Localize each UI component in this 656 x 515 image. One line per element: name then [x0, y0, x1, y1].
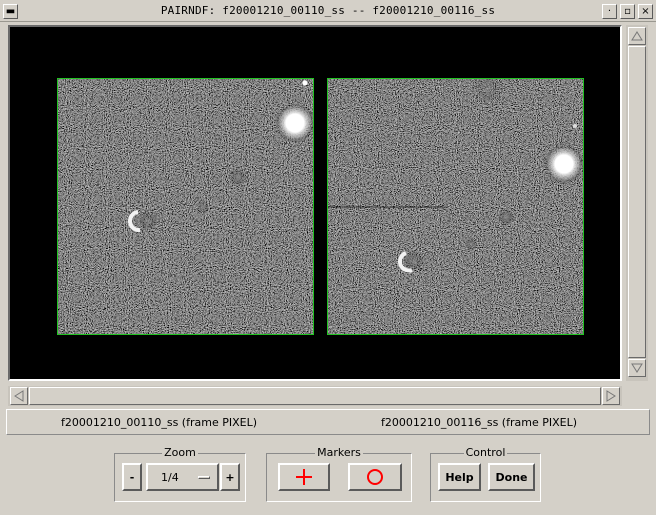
left-astronomy-image — [58, 79, 313, 334]
control-group-title: Control — [463, 446, 508, 459]
horizontal-scrollbar[interactable] — [8, 386, 622, 406]
scroll-left-button[interactable] — [10, 387, 28, 405]
scroll-down-button[interactable] — [628, 359, 646, 377]
scroll-right-button[interactable] — [602, 387, 620, 405]
maximize-icon: ▫ — [624, 6, 631, 17]
zoom-group: Zoom - 1/4 + — [114, 446, 246, 502]
zoom-level-selector[interactable]: 1/4 — [146, 463, 219, 491]
option-menu-indicator-icon — [198, 476, 210, 479]
scroll-up-button[interactable] — [628, 27, 646, 45]
circle-marker-icon — [367, 469, 383, 485]
circle-marker-button[interactable] — [348, 463, 402, 491]
small-star — [302, 80, 308, 86]
horizontal-scroll-thumb[interactable] — [29, 387, 601, 405]
markers-group: Markers — [266, 446, 412, 502]
right-frame-label: f20001210_00116_ss (frame PIXEL) — [381, 416, 578, 429]
minimize-button[interactable]: · — [602, 4, 617, 19]
title-bar: ▬ PAIRNDF: f20001210_00110_ss -- f200012… — [0, 0, 656, 22]
arrow-left-icon — [14, 390, 24, 402]
frame-label-bar: f20001210_00110_ss (frame PIXEL) f200012… — [6, 409, 650, 435]
maximize-button[interactable]: ▫ — [620, 4, 635, 19]
cross-marker-button[interactable] — [278, 463, 330, 491]
close-icon: × — [641, 6, 650, 17]
arrow-up-icon — [631, 31, 643, 41]
cross-marker-icon — [296, 469, 312, 485]
left-frame-label: f20001210_00110_ss (frame PIXEL) — [61, 416, 258, 429]
vertical-scroll-thumb[interactable] — [628, 46, 646, 358]
image-viewport[interactable] — [8, 25, 622, 381]
close-button[interactable]: × — [638, 4, 653, 19]
right-image-frame[interactable] — [327, 78, 584, 335]
zoom-level-value: 1/4 — [161, 471, 179, 484]
window-title: PAIRNDF: f20001210_00110_ss -- f20001210… — [160, 4, 496, 17]
small-star — [573, 124, 577, 128]
zoom-decrease-button[interactable]: - — [122, 463, 142, 491]
markers-group-title: Markers — [315, 446, 363, 459]
arrow-down-icon — [631, 363, 643, 373]
zoom-group-title: Zoom — [162, 446, 198, 459]
bright-star — [544, 144, 583, 184]
done-button[interactable]: Done — [488, 463, 535, 491]
arrow-right-icon — [606, 390, 616, 402]
help-button[interactable]: Help — [438, 463, 481, 491]
zoom-increase-button[interactable]: + — [220, 463, 240, 491]
left-image-frame[interactable] — [57, 78, 314, 335]
minimize-icon: · — [607, 6, 612, 17]
vertical-scrollbar[interactable] — [626, 25, 648, 381]
control-group: Control Help Done — [430, 446, 541, 502]
right-astronomy-image — [328, 79, 583, 334]
